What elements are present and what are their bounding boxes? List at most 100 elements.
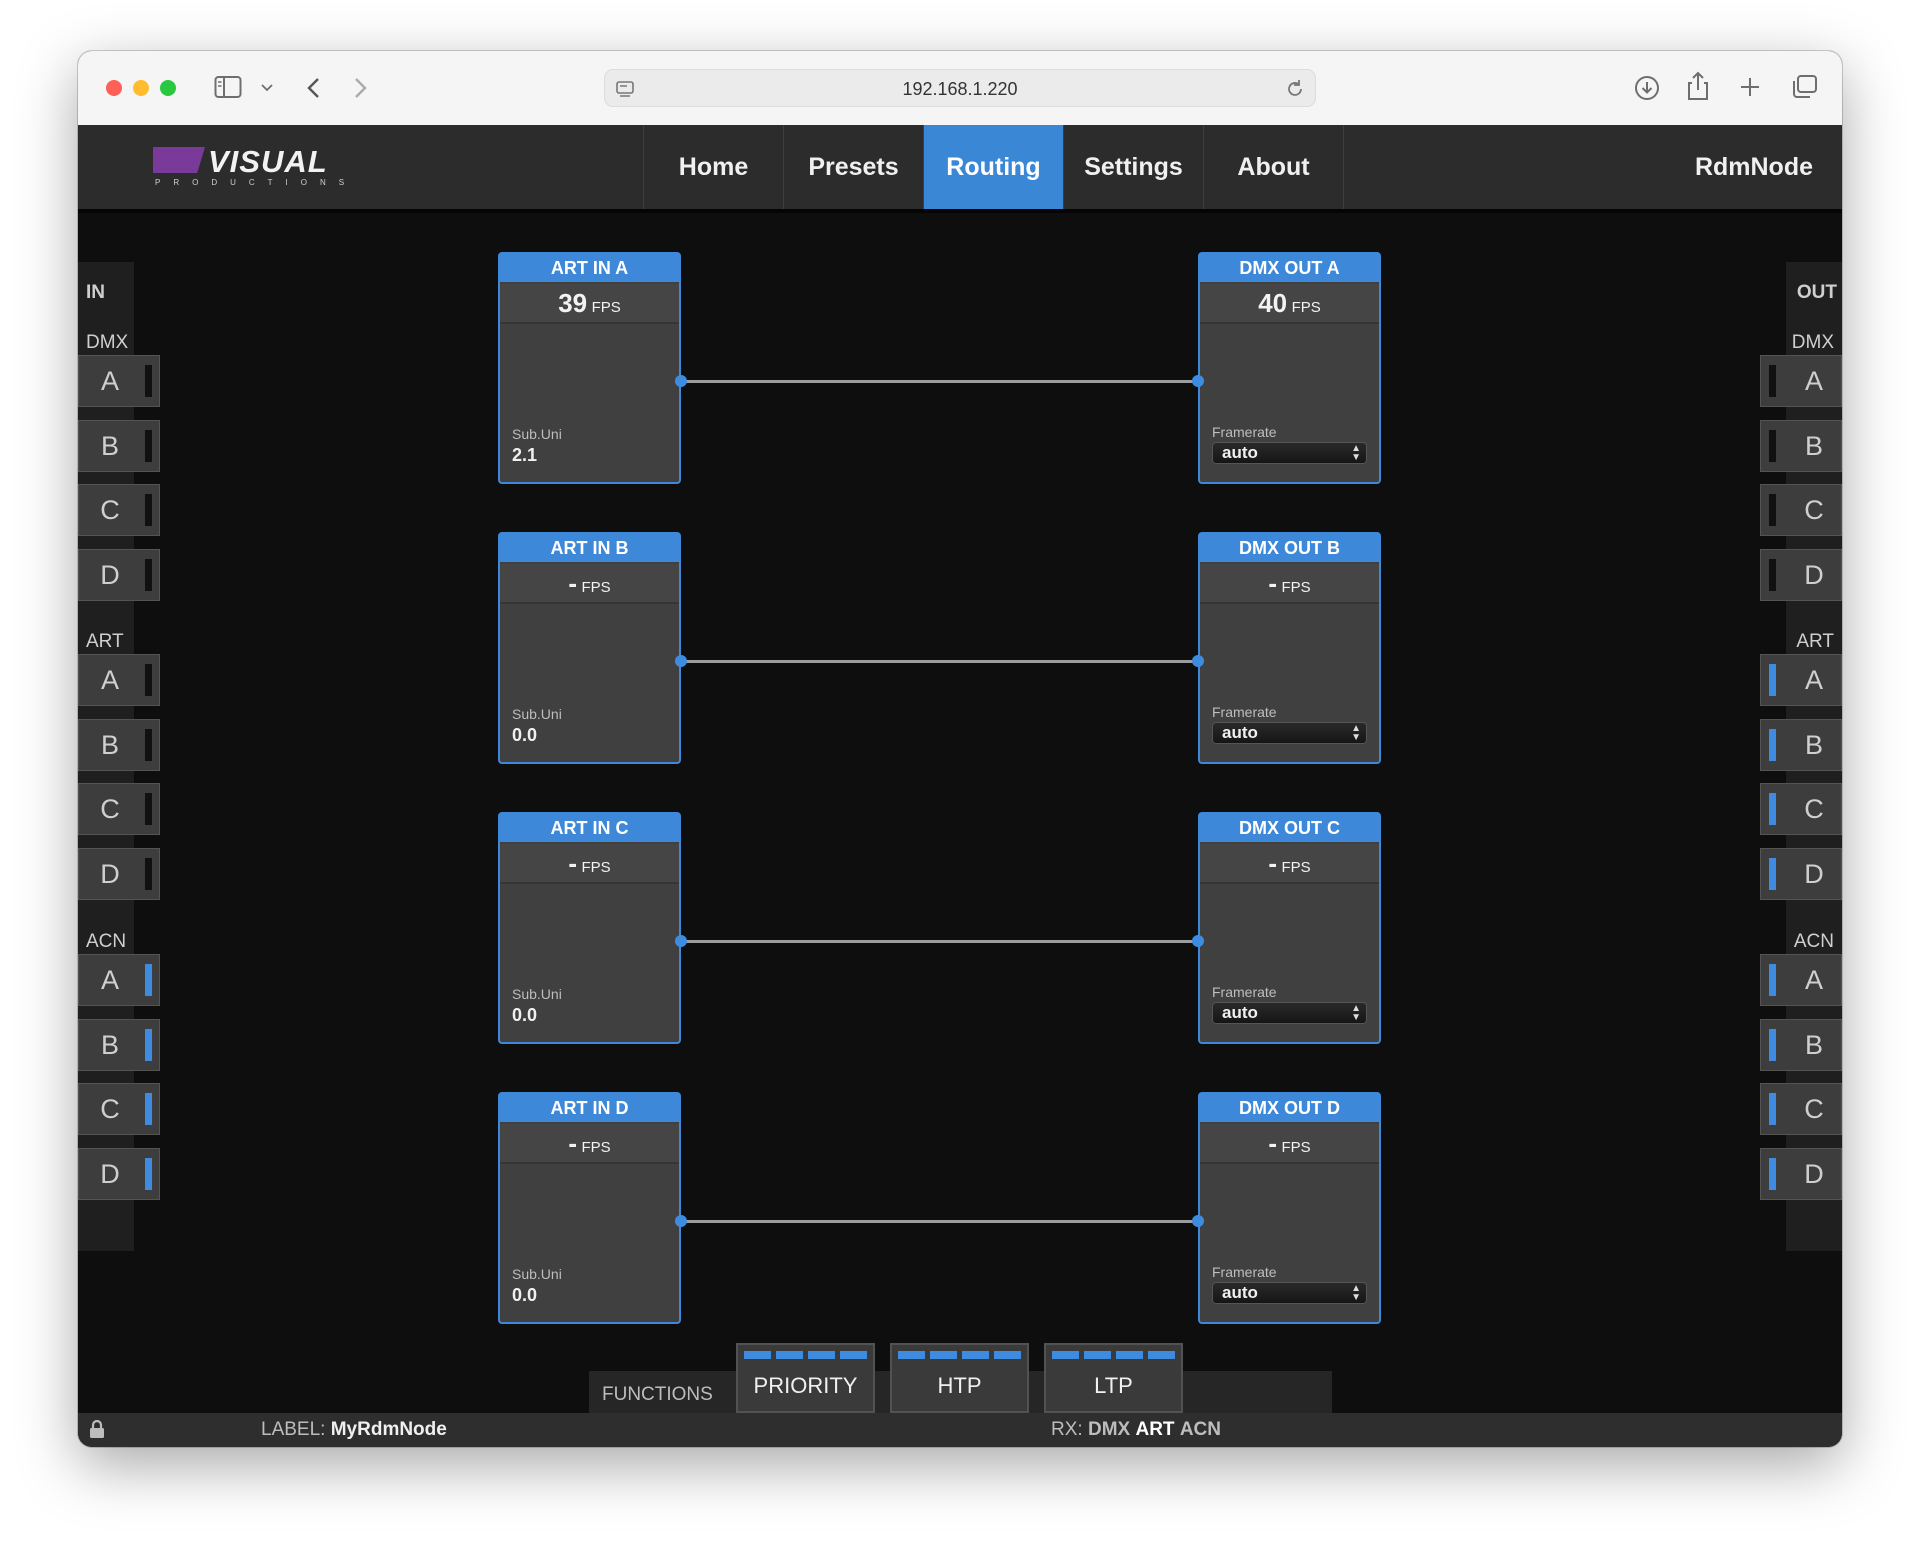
- output-connector-c[interactable]: [1192, 935, 1204, 947]
- framerate-select[interactable]: auto ▲ ▼: [1212, 1282, 1367, 1304]
- left-art-channel-d[interactable]: D: [78, 847, 160, 900]
- channel-activity-indicator: [1769, 558, 1776, 591]
- left-art-channel-b[interactable]: B: [78, 718, 160, 771]
- input-box-c[interactable]: ART IN C- FPS Sub.Uni 0.0: [498, 812, 681, 1044]
- box-title: ART IN D: [500, 1094, 679, 1122]
- left-art-channel-a[interactable]: A: [78, 654, 160, 706]
- reload-icon[interactable]: [1285, 79, 1305, 99]
- nav-tab-routing[interactable]: Routing: [924, 125, 1064, 209]
- box-title: DMX OUT D: [1200, 1094, 1379, 1122]
- right-acn-channel-b[interactable]: B: [1760, 1018, 1842, 1071]
- right-dmx-channel-d[interactable]: D: [1760, 548, 1842, 601]
- output-box-b[interactable]: DMX OUT B- FPS Framerate auto ▲ ▼: [1198, 532, 1381, 764]
- left-dmx-channel-d[interactable]: D: [78, 548, 160, 601]
- framerate-select[interactable]: auto ▲ ▼: [1212, 1002, 1367, 1024]
- input-box-d[interactable]: ART IN D- FPS Sub.Uni 0.0: [498, 1092, 681, 1324]
- input-connector-a[interactable]: [675, 375, 687, 387]
- input-connector-d[interactable]: [675, 1215, 687, 1227]
- output-box-d[interactable]: DMX OUT D- FPS Framerate auto ▲ ▼: [1198, 1092, 1381, 1324]
- channel-activity-indicator: [145, 793, 152, 825]
- right-dmx-channel-b[interactable]: B: [1760, 419, 1842, 472]
- minimize-window-button[interactable]: [133, 80, 149, 96]
- rx-acn: ACN: [1179, 1419, 1221, 1440]
- htp-button[interactable]: HTP: [890, 1343, 1029, 1413]
- right-acn-channel-d[interactable]: D: [1760, 1147, 1842, 1200]
- input-connector-c[interactable]: [675, 935, 687, 947]
- left-acn-channel-d[interactable]: D: [78, 1147, 160, 1200]
- channel-letter: C: [100, 495, 120, 525]
- fps-readout: 39 FPS: [500, 284, 679, 324]
- device-name: RdmNode: [1694, 153, 1813, 181]
- sidebar-icon[interactable]: [214, 75, 242, 99]
- chevron-down-icon[interactable]: [261, 84, 273, 92]
- priority-button[interactable]: PRIORITY: [736, 1343, 875, 1413]
- output-box-a[interactable]: DMX OUT A 40 FPS Framerate auto ▲ ▼: [1198, 252, 1381, 484]
- ltp-button[interactable]: LTP: [1044, 1343, 1183, 1413]
- right-group-label-dmx: DMX: [1791, 332, 1834, 353]
- left-dmx-channel-a[interactable]: A: [78, 355, 160, 407]
- right-acn-channel-a[interactable]: A: [1760, 954, 1842, 1006]
- right-art-channel-a[interactable]: A: [1760, 654, 1842, 706]
- channel-activity-indicator: [145, 1093, 152, 1125]
- updown-arrows-icon: ▲ ▼: [1351, 1283, 1361, 1303]
- channel-activity-indicator: [1769, 1093, 1776, 1125]
- right-dmx-channel-c[interactable]: C: [1760, 484, 1842, 536]
- route-wire-b[interactable]: [681, 660, 1198, 663]
- fps-value: -: [1268, 848, 1278, 878]
- route-wire-c[interactable]: [681, 940, 1198, 943]
- fps-readout: - FPS: [1200, 844, 1379, 884]
- htp-leds: [898, 1351, 1021, 1359]
- output-connector-b[interactable]: [1192, 655, 1204, 667]
- fps-readout: - FPS: [500, 564, 679, 604]
- right-group-label-art: ART: [1796, 631, 1834, 652]
- left-acn-channel-b[interactable]: B: [78, 1018, 160, 1071]
- input-box-b[interactable]: ART IN B- FPS Sub.Uni 0.0: [498, 532, 681, 764]
- downloads-icon[interactable]: [1634, 75, 1660, 101]
- channel-activity-indicator: [145, 558, 152, 591]
- output-connector-a[interactable]: [1192, 375, 1204, 387]
- right-dmx-channel-a[interactable]: A: [1760, 355, 1842, 407]
- channel-letter: A: [1804, 665, 1823, 695]
- left-dmx-channel-c[interactable]: C: [78, 484, 160, 536]
- back-icon[interactable]: [306, 77, 320, 99]
- address-bar[interactable]: 192.168.1.220: [604, 69, 1316, 107]
- new-tab-icon[interactable]: [1739, 76, 1761, 98]
- fps-value: -: [1268, 568, 1278, 598]
- nav-tab-settings[interactable]: Settings: [1064, 125, 1204, 209]
- input-box-a[interactable]: ART IN A 39 FPS Sub.Uni 2.1: [498, 252, 681, 484]
- channel-activity-indicator: [145, 1157, 152, 1190]
- zoom-window-button[interactable]: [160, 80, 176, 96]
- route-wire-a[interactable]: [681, 380, 1198, 383]
- channel-activity-indicator: [1769, 964, 1776, 996]
- updown-arrows-icon: ▲ ▼: [1351, 1003, 1361, 1023]
- output-box-c[interactable]: DMX OUT C- FPS Framerate auto ▲ ▼: [1198, 812, 1381, 1044]
- nav-tab-about[interactable]: About: [1204, 125, 1344, 209]
- right-art-channel-b[interactable]: B: [1760, 718, 1842, 771]
- lock-icon[interactable]: [86, 1418, 108, 1440]
- left-acn-channel-c[interactable]: C: [78, 1083, 160, 1135]
- channel-activity-indicator: [1769, 494, 1776, 526]
- left-acn-channel-a[interactable]: A: [78, 954, 160, 1006]
- channel-activity-indicator: [1769, 365, 1776, 397]
- share-icon[interactable]: [1686, 71, 1710, 101]
- tab-overview-icon[interactable]: [1790, 74, 1818, 100]
- nav-tab-presets[interactable]: Presets: [784, 125, 924, 209]
- channel-letter: A: [100, 965, 119, 995]
- close-window-button[interactable]: [106, 80, 122, 96]
- nav-tab-home[interactable]: Home: [644, 125, 784, 209]
- right-acn-channel-c[interactable]: C: [1760, 1083, 1842, 1135]
- right-art-channel-d[interactable]: D: [1760, 847, 1842, 900]
- forward-icon[interactable]: [354, 77, 368, 99]
- left-dmx-channel-b[interactable]: B: [78, 419, 160, 472]
- route-wire-d[interactable]: [681, 1220, 1198, 1223]
- framerate-select[interactable]: auto ▲ ▼: [1212, 442, 1367, 464]
- framerate-select[interactable]: auto ▲ ▼: [1212, 722, 1367, 744]
- htp-button-label: HTP: [937, 1373, 982, 1398]
- left-art-channel-c[interactable]: C: [78, 783, 160, 835]
- field-label: Framerate: [1212, 704, 1277, 720]
- channel-letter: B: [100, 1029, 119, 1060]
- input-connector-b[interactable]: [675, 655, 687, 667]
- right-art-channel-c[interactable]: C: [1760, 783, 1842, 835]
- channel-letter: C: [1804, 495, 1824, 525]
- output-connector-d[interactable]: [1192, 1215, 1204, 1227]
